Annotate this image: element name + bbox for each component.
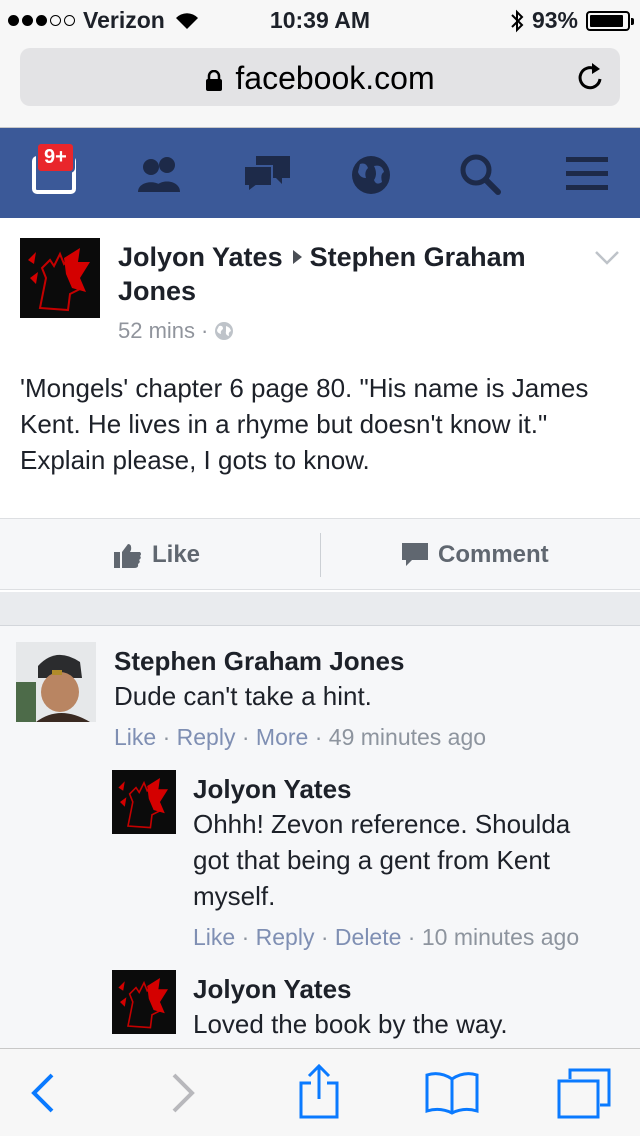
messages-icon[interactable]: [242, 154, 292, 194]
post-author-name[interactable]: Jolyon Yates: [118, 242, 283, 272]
browser-chrome: facebook.com: [0, 40, 640, 128]
back-icon[interactable]: [30, 1073, 56, 1113]
godzilla-avatar-image: [112, 770, 176, 834]
post-author-avatar[interactable]: [20, 238, 100, 318]
status-bar: Verizon 10:39 AM 93%: [0, 0, 640, 40]
facebook-nav-bar: [0, 128, 640, 218]
post: Jolyon Yates Stephen Graham Jones 52 mins…: [0, 218, 640, 592]
reply-text: Ohhh! Zevon reference. Shoulda got that …: [193, 809, 571, 911]
lock-icon: [206, 69, 223, 91]
feed-gap: [0, 592, 640, 626]
commenter-avatar[interactable]: [16, 642, 96, 722]
profile-photo-image: [16, 642, 96, 722]
search-icon[interactable]: [458, 152, 502, 196]
comment-label: Comment: [438, 541, 549, 568]
comment-reply: Jolyon Yates Loved the book by the way.: [0, 966, 640, 1048]
browser-toolbar: [0, 1048, 640, 1136]
comment-reply: Jolyon Yates Ohhh! Zevon reference. Shou…: [0, 766, 640, 966]
battery-percent: 93%: [531, 7, 578, 33]
comment-actions: Like · Reply · More · 49 minutes ago: [114, 724, 487, 750]
comment-author[interactable]: Stephen Graham Jones: [114, 646, 404, 677]
comment-time[interactable]: 49 minutes ago: [329, 724, 486, 750]
notifications-badge: 9+: [36, 142, 75, 173]
share-icon[interactable]: [298, 1063, 340, 1119]
bluetooth-icon: [511, 9, 524, 32]
reply-time[interactable]: 10 minutes ago: [422, 924, 579, 950]
post-time[interactable]: 52 mins: [118, 318, 195, 344]
menu-icon[interactable]: [566, 156, 608, 190]
actions-divider: [320, 533, 321, 577]
reply-author-avatar[interactable]: [112, 770, 176, 834]
comment-reply-link[interactable]: Reply: [177, 724, 236, 750]
thumbs-up-icon: [114, 544, 141, 568]
comment: Stephen Graham Jones Dude can't take a h…: [0, 626, 640, 756]
reply-actions: Like · Reply · Delete · 10 minutes ago: [193, 924, 580, 950]
comments-section: Stephen Graham Jones Dude can't take a h…: [0, 626, 640, 1048]
post-header: Jolyon Yates Stephen Graham Jones: [118, 240, 578, 308]
reply-text: Loved the book by the way.: [193, 1009, 508, 1039]
like-button[interactable]: Like: [114, 519, 200, 591]
friends-icon[interactable]: [134, 156, 186, 192]
godzilla-avatar-image: [20, 238, 100, 318]
post-meta: 52 mins ·: [118, 318, 234, 344]
reply-author[interactable]: Jolyon Yates: [193, 974, 352, 1005]
reply-delete-link[interactable]: Delete: [335, 924, 401, 950]
chevron-down-icon[interactable]: [594, 250, 620, 266]
post-actions: Like Comment: [0, 518, 640, 590]
forward-icon[interactable]: [170, 1073, 196, 1113]
reply-author[interactable]: Jolyon Yates: [193, 774, 352, 805]
meta-separator: ·: [201, 318, 209, 343]
public-globe-icon: [215, 322, 234, 340]
reload-icon[interactable]: [576, 61, 606, 93]
comment-like-link[interactable]: Like: [114, 724, 156, 750]
reply-reply-link[interactable]: Reply: [256, 924, 315, 950]
to-arrow-icon: [292, 250, 302, 265]
post-body: 'Mongels' chapter 6 page 80. "His name i…: [20, 373, 589, 475]
godzilla-avatar-image: [112, 970, 176, 1034]
comment-text: Dude can't take a hint.: [114, 681, 372, 711]
globe-icon[interactable]: [350, 154, 392, 196]
comment-bubble-icon: [402, 543, 428, 566]
reply-like-link[interactable]: Like: [193, 924, 235, 950]
address-bar[interactable]: facebook.com: [20, 48, 620, 106]
like-label: Like: [152, 541, 201, 568]
reply-author-avatar[interactable]: [112, 970, 176, 1034]
battery-icon: [586, 10, 634, 31]
comment-button[interactable]: Comment: [402, 519, 549, 591]
bookmarks-icon[interactable]: [424, 1071, 480, 1115]
url-text: facebook.com: [235, 60, 435, 96]
comment-more-link[interactable]: More: [256, 724, 308, 750]
tabs-icon[interactable]: [556, 1067, 612, 1119]
